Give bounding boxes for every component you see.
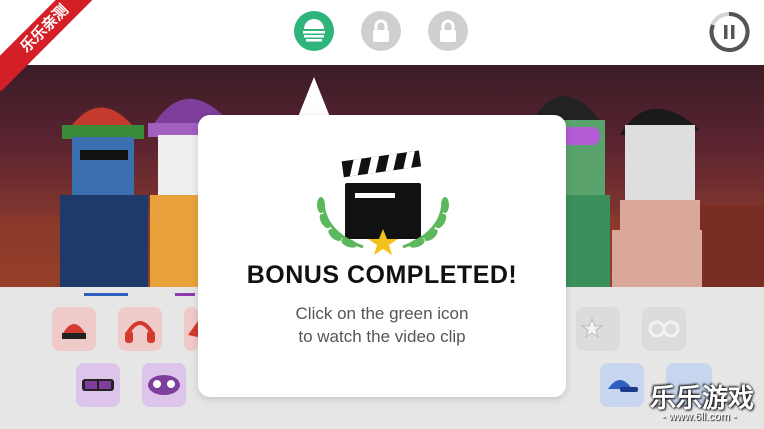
modal-instruction-line-1: Click on the green icon xyxy=(295,304,469,323)
top-bar xyxy=(0,0,764,65)
bonus-video-button[interactable] xyxy=(294,11,334,51)
progress-indicator xyxy=(84,293,128,296)
pause-button[interactable] xyxy=(708,11,750,52)
sound-slot[interactable] xyxy=(576,307,620,351)
sound-slot[interactable] xyxy=(642,307,686,351)
clapperboard-icon xyxy=(317,150,449,255)
lock-icon xyxy=(373,19,389,42)
progress-indicator xyxy=(175,293,195,296)
modal-title: BONUS COMPLETED! xyxy=(246,261,518,289)
sound-slot[interactable] xyxy=(600,363,644,407)
pause-icon xyxy=(709,11,750,52)
stars-icon xyxy=(580,317,604,339)
character-1[interactable] xyxy=(60,107,148,288)
url-watermark: - www.6ll.com - xyxy=(662,411,737,423)
blue-cap-icon xyxy=(608,380,638,392)
red-headphones-icon xyxy=(125,321,155,343)
red-beanie-icon xyxy=(62,324,86,339)
modal-pointer xyxy=(298,77,330,117)
purple-mask-icon xyxy=(148,375,180,395)
sound-slot[interactable] xyxy=(76,363,120,407)
corner-watermark: 乐乐亲测 xyxy=(0,0,110,110)
purple-shades-icon xyxy=(82,379,114,391)
lock-icon xyxy=(440,19,456,42)
character-4[interactable] xyxy=(612,108,702,287)
locked-bonus-button-2[interactable] xyxy=(428,11,468,51)
sound-slot[interactable] xyxy=(184,307,198,351)
bonus-modal[interactable]: BONUS COMPLETED! Click on the green icon… xyxy=(198,115,566,397)
brand-watermark: 乐乐游戏 xyxy=(650,383,755,413)
sound-slot[interactable] xyxy=(118,307,162,351)
sound-slot[interactable] xyxy=(142,363,186,407)
green-stripes-circle-icon xyxy=(303,19,325,42)
corner-tag-text: 乐乐亲测 xyxy=(0,0,108,92)
glasses-icon xyxy=(648,320,680,338)
sound-slot[interactable] xyxy=(52,307,96,351)
modal-instruction-line-2: to watch the video clip xyxy=(298,327,466,346)
red-hat-icon xyxy=(188,321,198,337)
locked-bonus-button-1[interactable] xyxy=(361,11,401,51)
